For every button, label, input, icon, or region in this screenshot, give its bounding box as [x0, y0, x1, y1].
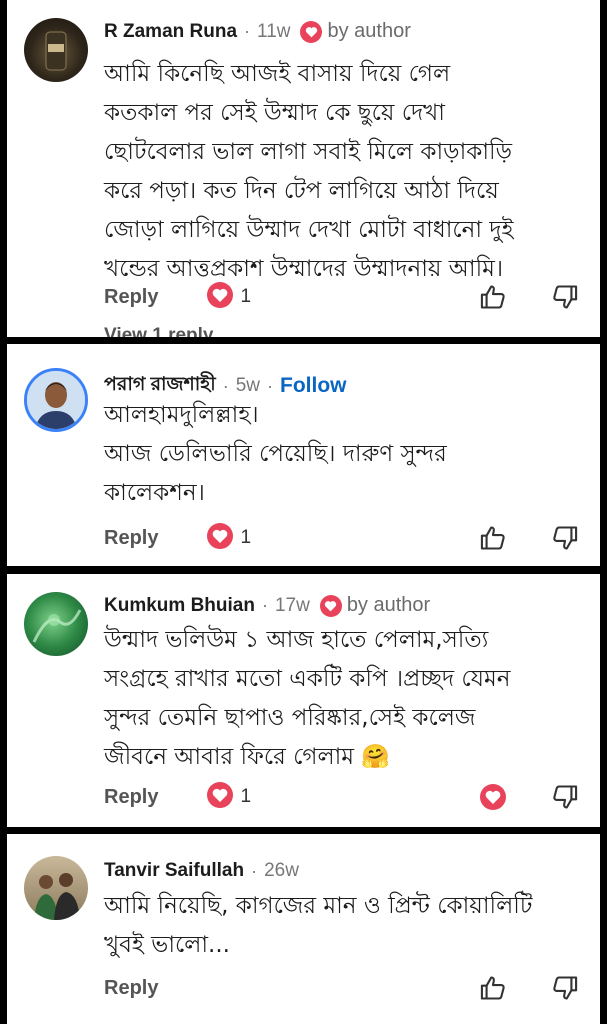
separator-dot: ·: [222, 375, 229, 396]
avatar-image-icon: [32, 609, 82, 643]
comment-text: আমি নিয়েছি, কাগজের মান ও প্রিন্ট কোয়াল…: [104, 893, 533, 958]
comment-actions: Reply: [104, 971, 580, 1005]
follow-button[interactable]: Follow: [280, 374, 347, 398]
reaction-count: 1: [240, 527, 252, 548]
comment-time: 17w: [274, 594, 310, 616]
comment-actions: Reply 1: [104, 521, 580, 555]
comment-text: আলহামদুলিল্লাহ। আজ ডেলিভারি পেয়েছি। দার…: [104, 402, 447, 506]
view-replies-link[interactable]: View 1 reply: [104, 325, 214, 337]
reaction-count: 1: [240, 786, 252, 807]
dislike-icon[interactable]: [550, 523, 580, 553]
avatar-image-icon: [27, 371, 85, 429]
comment-card: R Zaman Runa · 11w by author আমি কিনেছি …: [7, 0, 600, 337]
reaction-count: 1: [240, 286, 252, 307]
comment-text: আমি কিনেছি আজই বাসায় দিয়ে গেল কতকাল পর…: [104, 61, 514, 282]
like-icon[interactable]: [478, 523, 508, 553]
by-author-badge: by author: [319, 594, 431, 617]
comment-actions: Reply 1: [104, 780, 580, 814]
comment-time: 5w: [235, 375, 261, 396]
avatar-image-icon: [45, 31, 67, 71]
reaction-summary[interactable]: 1: [206, 281, 251, 313]
avatar[interactable]: [24, 18, 88, 82]
heart-icon: [206, 522, 234, 554]
like-icon[interactable]: [478, 282, 508, 312]
comment-card: পরাগ রাজশাহী · 5w · Follow আলহামদুলিল্লা…: [7, 344, 600, 566]
comment-header: Tanvir Saifullah · 26w: [104, 860, 299, 882]
like-icon[interactable]: [478, 973, 508, 1003]
avatar-image-icon: [34, 873, 80, 920]
by-author-label: by author: [346, 594, 431, 616]
comment-card: Tanvir Saifullah · 26w আমি নিয়েছি, কাগজ…: [7, 834, 600, 1024]
reaction-summary[interactable]: 1: [206, 522, 251, 554]
comment-time: 11w: [257, 20, 291, 42]
avatar[interactable]: [24, 368, 88, 432]
heart-react-icon[interactable]: [478, 782, 508, 812]
heart-icon: [206, 781, 234, 813]
comment-header: R Zaman Runa · 11w by author: [104, 20, 411, 43]
separator-dot: ·: [261, 595, 268, 615]
reaction-summary[interactable]: 1: [206, 781, 251, 813]
avatar[interactable]: [24, 856, 88, 920]
separator-dot: ·: [267, 375, 274, 396]
comment-time: 26w: [264, 860, 299, 881]
heart-icon: [206, 281, 234, 313]
comment-header: Kumkum Bhuian · 17w by author: [104, 594, 430, 617]
reply-button[interactable]: Reply: [104, 286, 158, 309]
comment-actions: Reply 1: [104, 280, 580, 314]
dislike-icon[interactable]: [550, 782, 580, 812]
dislike-icon[interactable]: [550, 282, 580, 312]
reply-button[interactable]: Reply: [104, 977, 158, 1000]
comment-text: উন্মাদ ভলিউম ১ আজ হাতে পেলাম,সত্যি সংগ্র…: [104, 627, 511, 770]
author-name[interactable]: R Zaman Runa: [104, 21, 237, 43]
author-name[interactable]: Kumkum Bhuian: [104, 595, 255, 617]
reply-button[interactable]: Reply: [104, 786, 158, 809]
dislike-icon[interactable]: [550, 973, 580, 1003]
reply-button[interactable]: Reply: [104, 527, 158, 550]
separator-dot: ·: [244, 21, 251, 41]
separator-dot: ·: [251, 860, 258, 881]
heart-icon: [300, 20, 323, 43]
author-name[interactable]: Tanvir Saifullah: [104, 860, 244, 882]
by-author-label: by author: [327, 20, 411, 42]
by-author-badge: by author: [300, 20, 411, 43]
comment-card: Kumkum Bhuian · 17w by author উন্মাদ ভলি…: [7, 574, 600, 827]
avatar[interactable]: [24, 592, 88, 656]
heart-icon: [319, 594, 342, 617]
